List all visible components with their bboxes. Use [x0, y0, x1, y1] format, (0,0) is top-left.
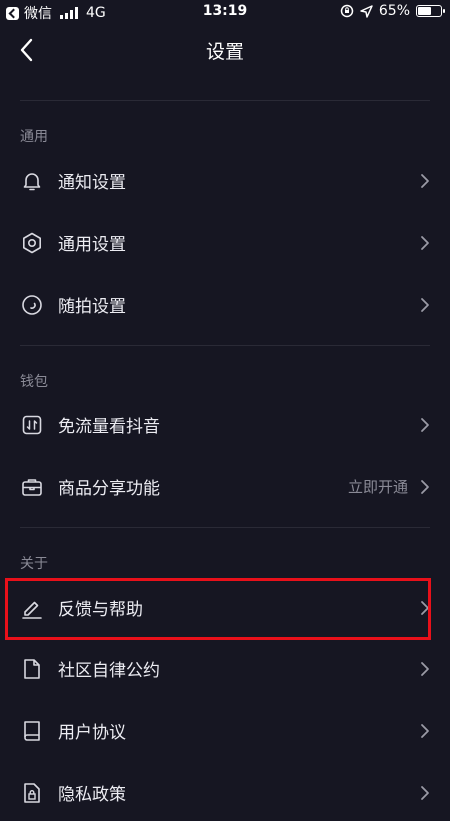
settings-item-label: 免流量看抖音 — [58, 417, 160, 437]
settings-item-value: 立即开通 — [347, 478, 408, 496]
circle-icon — [22, 295, 42, 315]
bell-icon — [23, 173, 41, 191]
page-title: 设置 — [205, 41, 244, 63]
chevron-right-icon — [421, 724, 429, 738]
chevron-right-icon — [421, 786, 429, 800]
chevron-right-icon — [421, 298, 429, 312]
highlight-box — [5, 578, 431, 640]
battery-percent: 65% — [378, 3, 410, 19]
section-title-general: 通用 — [20, 129, 48, 145]
nav-bar: 设置 — [0, 24, 450, 76]
settings-item-notifications[interactable]: 通知设置 — [0, 153, 450, 209]
settings-item-label: 商品分享功能 — [58, 479, 160, 499]
divider — [20, 527, 430, 528]
settings-item-label: 隐私政策 — [58, 785, 126, 805]
location-icon — [360, 4, 373, 18]
settings-item-product-share[interactable]: 商品分享功能 立即开通 — [0, 459, 450, 515]
settings-item-label: 通用设置 — [58, 235, 126, 255]
chevron-right-icon — [421, 480, 429, 494]
settings-item-privacy-policy[interactable]: 隐私政策 — [0, 765, 450, 821]
briefcase-icon — [22, 479, 42, 496]
settings-item-label: 随拍设置 — [58, 297, 126, 317]
settings-item-general[interactable]: 通用设置 — [0, 215, 450, 271]
settings-item-user-agreement[interactable]: 用户协议 — [0, 703, 450, 759]
book-icon — [24, 721, 40, 741]
settings-item-quick-shot[interactable]: 随拍设置 — [0, 277, 450, 333]
gear-icon — [23, 232, 41, 254]
status-right: 65% — [340, 3, 445, 19]
section-title-wallet: 钱包 — [20, 374, 48, 390]
document-icon — [24, 659, 40, 679]
battery-level — [418, 7, 431, 15]
data-card-icon — [22, 415, 42, 435]
divider — [20, 345, 430, 346]
section-title-about: 关于 — [20, 556, 48, 572]
settings-item-community-rules[interactable]: 社区自律公约 — [0, 641, 450, 697]
settings-item-label: 通知设置 — [58, 173, 126, 193]
settings-item-free-data[interactable]: 免流量看抖音 — [0, 397, 450, 453]
settings-item-label: 社区自律公约 — [58, 661, 160, 681]
divider — [20, 100, 430, 101]
lock-icon — [24, 783, 40, 803]
status-bar: 微信 4G 13:19 65% — [0, 0, 450, 24]
chevron-right-icon — [421, 236, 429, 250]
battery-icon — [416, 5, 445, 17]
chevron-right-icon — [421, 418, 429, 432]
orientation-lock-icon — [340, 4, 354, 18]
chevron-right-icon — [421, 174, 429, 188]
chevron-right-icon — [421, 662, 429, 676]
settings-item-label: 用户协议 — [58, 723, 126, 743]
